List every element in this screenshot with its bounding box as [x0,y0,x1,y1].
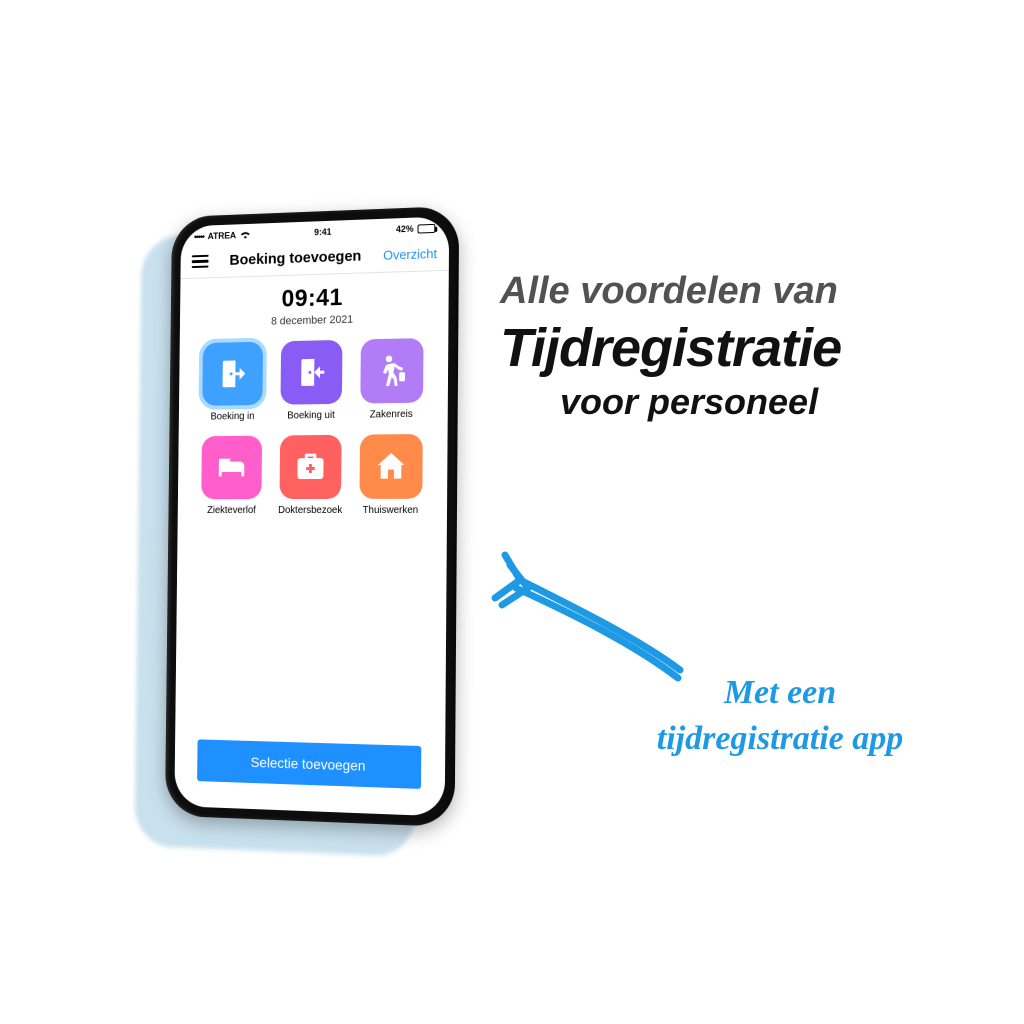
traveler-icon [360,338,423,404]
overview-link[interactable]: Overzicht [383,246,437,263]
wifi-icon [240,230,251,239]
tile-medkit[interactable]: Doktersbezoek [276,435,345,516]
tile-bed[interactable]: Ziekteverlof [198,436,265,516]
menu-icon[interactable] [192,255,209,269]
door-out-icon [280,340,342,405]
tile-label: Boeking in [199,411,266,423]
handwritten-caption: Met een tijdregistratie app [560,670,1000,762]
tile-label: Ziekteverlof [198,505,265,516]
battery-pct: 42% [396,224,414,235]
tile-label: Boeking uit [277,410,345,422]
house-icon [359,434,422,499]
carrier-label: ATREA [208,230,236,241]
caption-line1: Met een [560,670,1000,716]
marketing-headline: Alle voordelen van Tijdregistratie voor … [500,270,1000,423]
tile-label: Thuiswerken [356,505,425,516]
tile-house[interactable]: Thuiswerken [356,434,426,516]
tile-traveler[interactable]: Zakenreis [357,338,427,421]
caption-line2: tijdregistratie app [560,716,1000,762]
tile-grid: Boeking in Boeking uit Zakenreis Ziekteverl… [178,337,449,516]
tile-door-out[interactable]: Boeking uit [277,340,346,422]
phone-screen: ••••• ATREA 9:41 42% Boeking toevoegen [174,216,449,816]
door-in-icon [203,342,264,406]
tile-door-in[interactable]: Boeking in [199,342,266,423]
tile-label: Zakenreis [357,409,426,421]
headline-line1: Alle voordelen van [500,270,1000,313]
headline-line3: voor personeel [500,381,1000,423]
clock-time: 09:41 [180,281,449,316]
battery-icon [417,223,435,233]
medkit-icon [280,435,342,499]
tile-label: Doktersbezoek [276,505,344,516]
signal-dots-icon: ••••• [194,232,204,242]
add-selection-button[interactable]: Selectie toevoegen [197,739,421,789]
bed-icon [202,436,263,500]
phone-frame: ••••• ATREA 9:41 42% Boeking toevoegen [165,206,459,827]
page-title: Boeking toevoegen [229,248,361,269]
clock-block: 09:41 8 december 2021 [180,271,449,344]
statusbar-time: 9:41 [314,227,331,238]
headline-line2: Tijdregistratie [500,317,1000,379]
